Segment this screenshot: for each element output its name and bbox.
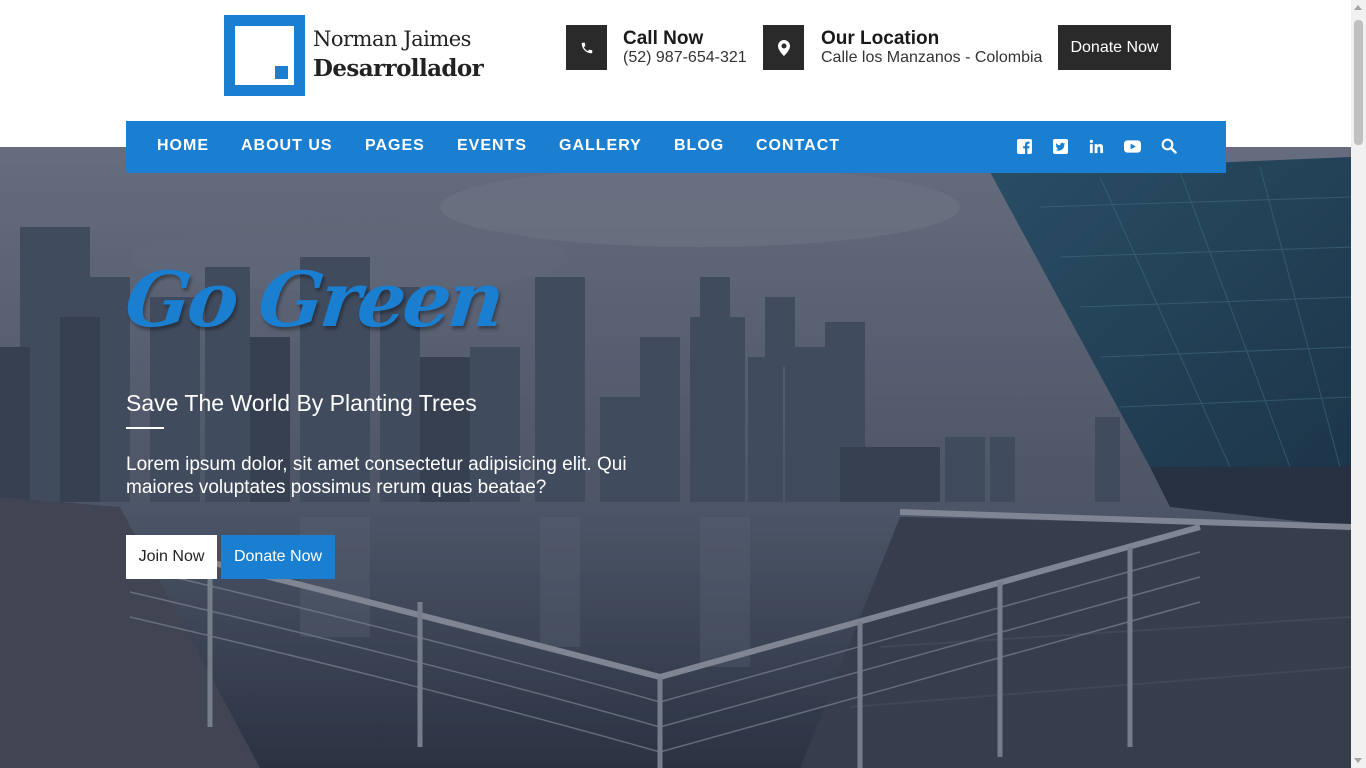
nav-pages[interactable]: PAGES — [365, 137, 425, 155]
nav-blog[interactable]: BLOG — [674, 137, 724, 155]
call-phone-number[interactable]: (52) 987-654-321 — [623, 49, 747, 67]
twitter-icon[interactable] — [1051, 137, 1069, 155]
logo-square — [275, 66, 288, 79]
logo-mark[interactable] — [224, 15, 305, 96]
hero-description: Lorem ipsum dolor, sit amet consectetur … — [126, 454, 627, 498]
nav-events[interactable]: EVENTS — [457, 137, 527, 155]
hero-donate-button[interactable]: Donate Now — [221, 535, 335, 579]
brand-name[interactable]: Norman Jaimes — [313, 27, 471, 51]
location-address: Calle los Manzanos - Colombia — [821, 49, 1043, 66]
facebook-icon[interactable] — [1015, 137, 1033, 155]
location-title: Our Location — [821, 28, 940, 49]
scroll-up-arrow-icon[interactable] — [1354, 5, 1362, 10]
phone-icon — [566, 25, 607, 70]
header-donate-button[interactable]: Donate Now — [1058, 25, 1171, 70]
hero-subtitle: Save The World By Planting Trees — [126, 390, 477, 416]
call-title: Call Now — [623, 28, 704, 49]
scrollbar-thumb[interactable] — [1354, 20, 1363, 145]
hero-divider — [126, 427, 164, 429]
nav-about-us[interactable]: ABOUT US — [241, 137, 333, 155]
nav-contact[interactable]: CONTACT — [756, 137, 840, 155]
main-navigation: HOME ABOUT US PAGES EVENTS GALLERY BLOG … — [126, 121, 1226, 173]
search-icon[interactable] — [1160, 137, 1178, 155]
map-marker-icon — [763, 25, 804, 70]
brand-subtitle[interactable]: Desarrollador — [313, 55, 484, 82]
linkedin-icon[interactable] — [1087, 137, 1105, 155]
page-scrollbar[interactable] — [1351, 0, 1366, 768]
nav-gallery[interactable]: GALLERY — [559, 137, 642, 155]
join-now-button[interactable]: Join Now — [126, 535, 217, 579]
hero-title: Go Green — [121, 255, 506, 344]
nav-home[interactable]: HOME — [157, 137, 209, 155]
youtube-icon[interactable] — [1123, 137, 1141, 155]
scroll-down-arrow-icon[interactable] — [1354, 758, 1362, 763]
